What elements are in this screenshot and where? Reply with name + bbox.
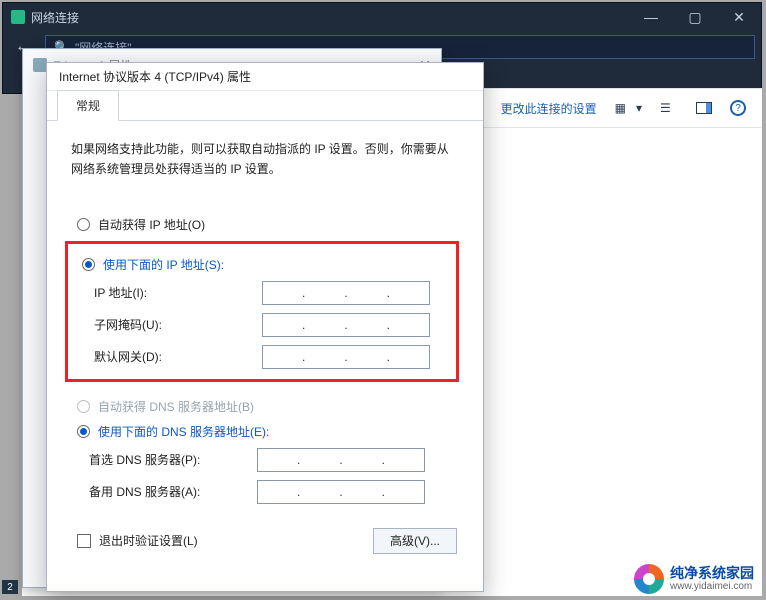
manual-dns-radio-row[interactable]: 使用下面的 DNS 服务器地址(E): xyxy=(77,423,459,440)
radio-auto-ip[interactable] xyxy=(77,218,90,231)
ip-address-input[interactable]: ... xyxy=(262,281,430,305)
change-connection-settings[interactable]: 更改此连接的设置 xyxy=(501,100,597,117)
manual-ip-radio-row[interactable]: 使用下面的 IP 地址(S): xyxy=(82,256,448,273)
bottom-tag: 2 xyxy=(2,580,18,594)
watermark-logo-icon xyxy=(634,564,664,594)
default-gateway-label: 默认网关(D): xyxy=(94,348,262,365)
checkbox-icon xyxy=(77,534,91,548)
manual-ip-label: 使用下面的 IP 地址(S): xyxy=(103,256,224,273)
adapter-icon xyxy=(33,58,47,72)
grid-icon xyxy=(615,101,633,115)
view-grid-button[interactable]: ▾ xyxy=(615,101,642,115)
list-view-icon[interactable] xyxy=(660,101,678,115)
auto-dns-label: 自动获得 DNS 服务器地址(B) xyxy=(98,398,254,415)
alternate-dns-input[interactable]: ... xyxy=(257,480,425,504)
radio-manual-dns[interactable] xyxy=(77,425,90,438)
preferred-dns-label: 首选 DNS 服务器(P): xyxy=(89,451,257,468)
ipv4-properties-dialog: Internet 协议版本 4 (TCP/IPv4) 属性 常规 如果网络支持此… xyxy=(46,62,484,592)
highlight-box: 使用下面的 IP 地址(S): IP 地址(I): ... 子网掩码(U): .… xyxy=(65,241,459,382)
app-icon xyxy=(11,10,25,24)
watermark: 纯净系统家园 www.yidaimei.com xyxy=(634,564,754,594)
subnet-mask-label: 子网掩码(U): xyxy=(94,316,262,333)
watermark-url: www.yidaimei.com xyxy=(670,581,754,592)
minimize-button[interactable]: — xyxy=(629,3,673,31)
radio-auto-dns xyxy=(77,400,90,413)
tabstrip: 常规 xyxy=(47,91,483,121)
watermark-name: 纯净系统家园 xyxy=(670,566,754,581)
auto-ip-radio-row[interactable]: 自动获得 IP 地址(O) xyxy=(77,216,459,233)
tab-general[interactable]: 常规 xyxy=(57,90,119,121)
validate-on-exit-label: 退出时验证设置(L) xyxy=(99,532,198,549)
auto-ip-label: 自动获得 IP 地址(O) xyxy=(98,216,205,233)
alternate-dns-label: 备用 DNS 服务器(A): xyxy=(89,483,257,500)
ipv4-title: Internet 协议版本 4 (TCP/IPv4) 属性 xyxy=(47,63,483,91)
preferred-dns-input[interactable]: ... xyxy=(257,448,425,472)
advanced-button[interactable]: 高级(V)... xyxy=(373,528,457,554)
manual-dns-label: 使用下面的 DNS 服务器地址(E): xyxy=(98,423,269,440)
default-gateway-input[interactable]: ... xyxy=(262,345,430,369)
preview-pane-icon[interactable] xyxy=(696,102,712,114)
close-button[interactable]: ✕ xyxy=(717,3,761,31)
shell-title: 网络连接 xyxy=(31,9,79,26)
description-text: 如果网络支持此功能，则可以获取自动指派的 IP 设置。否则，你需要从网络系统管理… xyxy=(71,139,459,180)
maximize-button[interactable]: ▢ xyxy=(673,3,717,31)
subnet-mask-input[interactable]: ... xyxy=(262,313,430,337)
help-icon[interactable]: ? xyxy=(730,100,746,116)
radio-manual-ip[interactable] xyxy=(82,258,95,271)
auto-dns-radio-row: 自动获得 DNS 服务器地址(B) xyxy=(77,398,459,415)
validate-on-exit-checkbox[interactable]: 退出时验证设置(L) xyxy=(77,532,198,549)
ip-address-label: IP 地址(I): xyxy=(94,284,262,301)
